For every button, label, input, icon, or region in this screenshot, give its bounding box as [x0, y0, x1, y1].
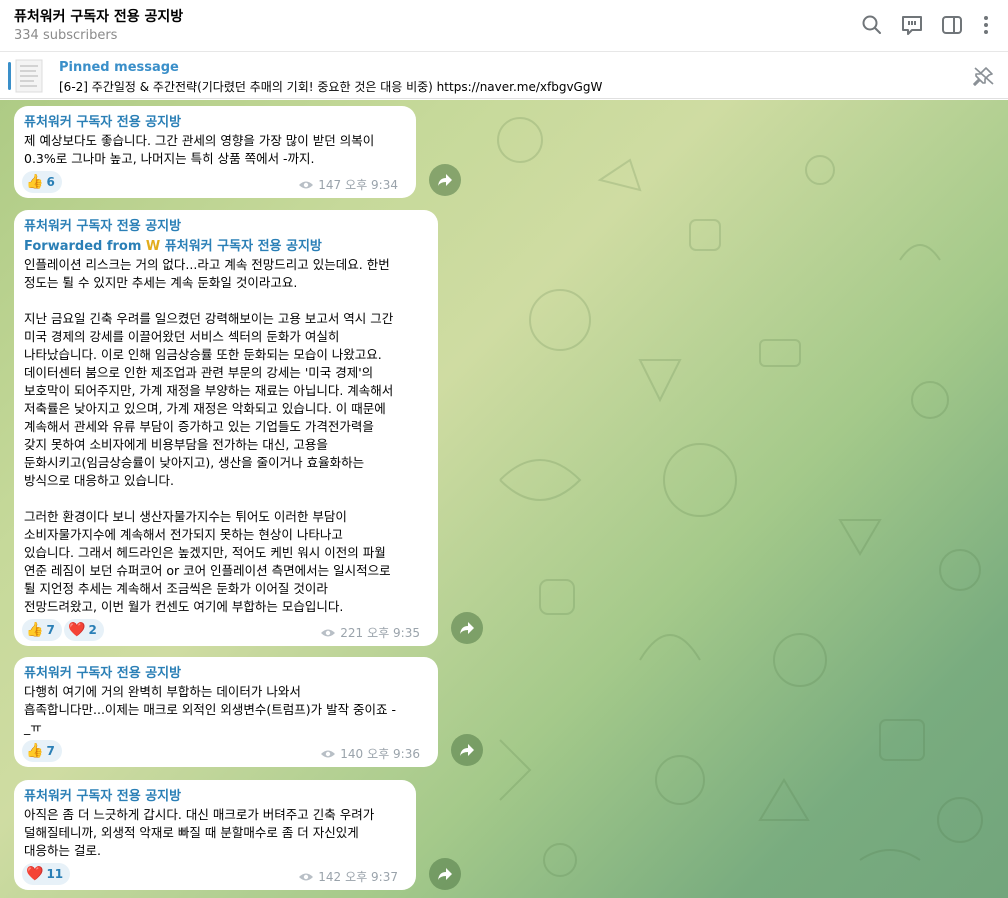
- view-count: 142: [318, 869, 342, 884]
- reaction-count: 6: [46, 175, 55, 189]
- share-button[interactable]: [451, 734, 483, 766]
- reaction-heart[interactable]: ❤️ 2: [64, 619, 104, 641]
- message-author[interactable]: 퓨처워커 구독자 전용 공지방: [24, 114, 406, 132]
- message-meta: 142 오후 9:37: [298, 868, 398, 885]
- reaction-thumbs-up[interactable]: 👍 7: [22, 619, 62, 641]
- share-button[interactable]: [429, 164, 461, 196]
- eye-icon: [321, 750, 336, 757]
- message-bubble[interactable]: 퓨처워커 구독자 전용 공지방 아직은 좀 더 느긋하게 갑시다. 대신 매크로…: [14, 780, 416, 890]
- unpin-icon[interactable]: [972, 66, 996, 86]
- chat-area[interactable]: 퓨처워커 구독자 전용 공지방 제 예상보다도 좋습니다. 그간 관세의 영향을…: [0, 100, 1008, 898]
- thumbs-up-icon: 👍: [26, 622, 44, 638]
- share-button[interactable]: [429, 858, 461, 890]
- reaction-count: 7: [46, 744, 55, 758]
- message-meta: 140 오후 9:36: [320, 745, 420, 762]
- share-button[interactable]: [451, 612, 483, 644]
- message-bubble[interactable]: 퓨처워커 구독자 전용 공지방 Forwarded from W 퓨처워커 구독…: [14, 210, 438, 646]
- eye-icon: [299, 873, 314, 880]
- reaction-count: 7: [46, 623, 55, 637]
- subscriber-count: 334 subscribers: [14, 28, 118, 43]
- forwarded-channel-name: 퓨처워커 구독자 전용 공지방: [164, 239, 322, 254]
- reaction-thumbs-up[interactable]: 👍 7: [22, 740, 62, 762]
- message-bubble[interactable]: 퓨처워커 구독자 전용 공지방 다행히 여기에 거의 완벽히 부합하는 데이터가…: [14, 657, 438, 767]
- forwarded-from[interactable]: Forwarded from W 퓨처워커 구독자 전용 공지방: [24, 238, 428, 256]
- heart-icon: ❤️: [68, 622, 86, 638]
- view-count: 140: [340, 746, 364, 761]
- more-vertical-icon[interactable]: [974, 13, 998, 37]
- eye-icon: [299, 181, 314, 188]
- message-text: 인플레이션 리스크는 거의 없다...라고 계속 전망드리고 있는데요. 한번 …: [24, 257, 394, 614]
- share-arrow-icon: [438, 174, 452, 186]
- pinned-text: [6-2] 주간일정 & 주간전략(기다렸던 추매의 기회! 중요한 것은 대응…: [59, 80, 603, 94]
- message-meta: 147 오후 9:34: [298, 176, 398, 193]
- message-author[interactable]: 퓨처워커 구독자 전용 공지방: [24, 788, 406, 806]
- message-author[interactable]: 퓨처워커 구독자 전용 공지방: [24, 665, 428, 683]
- eye-icon: [321, 629, 336, 636]
- view-count: 147: [318, 177, 342, 192]
- message-author[interactable]: 퓨처워커 구독자 전용 공지방: [24, 218, 428, 236]
- message-meta: 221 오후 9:35: [320, 624, 420, 641]
- sidebar-toggle-icon[interactable]: [940, 13, 964, 37]
- search-icon[interactable]: [860, 13, 884, 37]
- message-time: 오후 9:37: [345, 870, 398, 884]
- forwarded-prefix: Forwarded from: [24, 239, 142, 254]
- share-arrow-icon: [438, 868, 452, 880]
- forwarded-channel-icon: W: [145, 239, 161, 254]
- view-count: 221: [340, 625, 364, 640]
- reaction-count: 2: [88, 623, 97, 637]
- message-time: 오후 9:35: [367, 626, 420, 640]
- reaction-thumbs-up[interactable]: 👍 6: [22, 171, 62, 193]
- comments-icon[interactable]: [900, 13, 924, 37]
- chat-header: 퓨처워커 구독자 전용 공지방 334 subscribers: [0, 0, 1008, 52]
- message-text: 아직은 좀 더 느긋하게 갑시다. 대신 매크로가 버텨주고 긴축 우려가 덜해…: [24, 807, 375, 858]
- message-text: 제 예상보다도 좋습니다. 그간 관세의 영향을 가장 많이 받던 의복이 0.…: [24, 133, 375, 166]
- heart-icon: ❤️: [26, 866, 44, 882]
- pinned-label: Pinned message: [59, 60, 179, 75]
- message-time: 오후 9:36: [367, 747, 420, 761]
- pinned-thumbnail-icon: [8, 58, 44, 94]
- reaction-heart[interactable]: ❤️ 11: [22, 863, 71, 885]
- reaction-count: 11: [46, 867, 64, 881]
- share-arrow-icon: [460, 622, 474, 634]
- thumbs-up-icon: 👍: [26, 174, 44, 190]
- thumbs-up-icon: 👍: [26, 743, 44, 759]
- pinned-message-bar[interactable]: Pinned message [6-2] 주간일정 & 주간전략(기다렸던 추매…: [0, 53, 1008, 99]
- channel-title[interactable]: 퓨처워커 구독자 전용 공지방: [14, 6, 183, 26]
- message-text: 다행히 여기에 거의 완벽히 부합하는 데이터가 나와서 흡족합니다만...이제…: [24, 684, 397, 735]
- message-time: 오후 9:34: [345, 178, 398, 192]
- share-arrow-icon: [460, 744, 474, 756]
- message-bubble[interactable]: 퓨처워커 구독자 전용 공지방 제 예상보다도 좋습니다. 그간 관세의 영향을…: [14, 106, 416, 198]
